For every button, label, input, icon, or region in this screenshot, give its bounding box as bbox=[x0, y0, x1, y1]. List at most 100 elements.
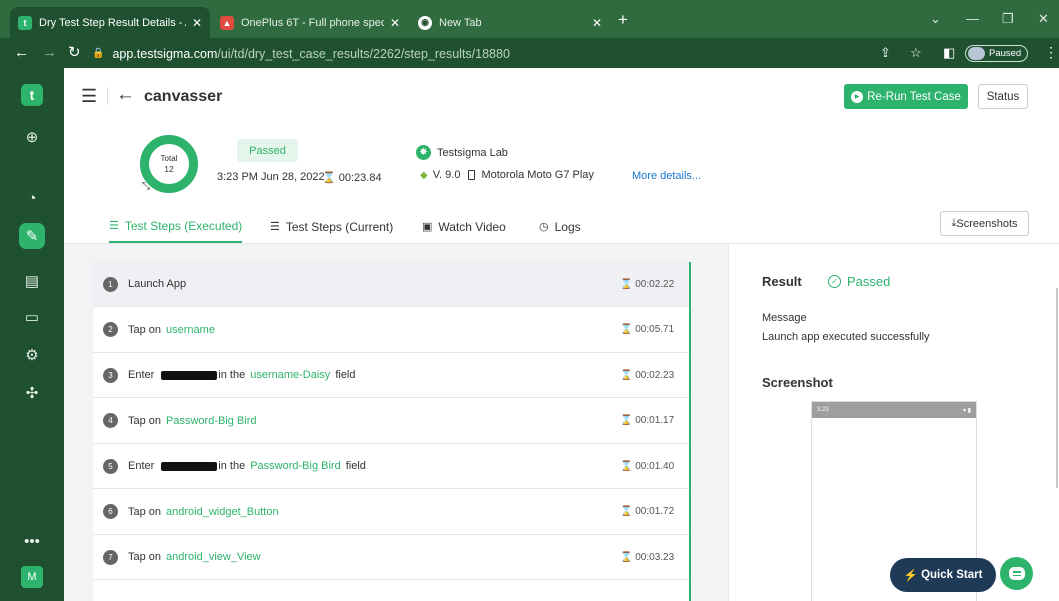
step-element-link[interactable]: android_widget_Button bbox=[166, 506, 279, 518]
step-time: 00:01.40 bbox=[635, 460, 675, 472]
step-row[interactable]: 4 Tap on Password-Big Bird ⌛ 00:01.17 bbox=[93, 399, 689, 444]
browser-tab-strip: t Dry Test Step Result Details - AI P ✕ … bbox=[0, 0, 1059, 38]
step-time: 00:02.22 bbox=[635, 278, 675, 290]
share-icon[interactable]: ⇪ bbox=[880, 45, 891, 61]
new-tab-button[interactable]: + bbox=[618, 11, 628, 28]
step-time: 00:03.23 bbox=[635, 551, 675, 563]
result-status: Passed bbox=[847, 274, 891, 289]
chat-button[interactable] bbox=[1000, 557, 1033, 590]
step-duration: ⌛ 00:05.71 bbox=[620, 324, 675, 335]
step-time: 00:05.71 bbox=[635, 324, 675, 335]
tab-watch-video[interactable]: ▣ Watch Video bbox=[422, 210, 506, 243]
step-action: Tap on bbox=[128, 414, 162, 427]
address-bar-row: ← → ↻ 🔒 app.testsigma.com/ui/td/dry_test… bbox=[0, 38, 1059, 68]
url-host: app.testsigma.com bbox=[112, 46, 218, 61]
tab-test-steps-executed[interactable]: ☰ Test Steps (Executed) bbox=[109, 210, 243, 243]
tab-test-steps-current[interactable]: ☰ Test Steps (Current) bbox=[270, 210, 393, 243]
side-panel-icon[interactable]: ◧ bbox=[943, 45, 955, 61]
tab-title: New Tab bbox=[439, 16, 482, 29]
settings-icon[interactable]: ⚙ bbox=[19, 342, 45, 368]
close-icon[interactable]: ✕ bbox=[192, 16, 202, 30]
back-arrow-icon[interactable]: ← bbox=[116, 84, 135, 106]
back-arrow-icon[interactable]: ← bbox=[14, 44, 29, 62]
monitor-icon[interactable]: ▭ bbox=[19, 304, 45, 330]
tab-title: Dry Test Step Result Details - AI P bbox=[39, 16, 186, 29]
close-icon[interactable]: ✕ bbox=[592, 16, 602, 30]
phone-status-bar: 3:23 ▾ ▮ bbox=[812, 402, 976, 418]
step-duration: ⌛ 00:02.22 bbox=[620, 278, 675, 290]
screenshot-label: Screenshot bbox=[762, 375, 833, 390]
scrollbar[interactable] bbox=[1056, 288, 1058, 488]
rerun-test-case-button[interactable]: ▶ Re-Run Test Case bbox=[844, 84, 968, 109]
url-field[interactable]: 🔒 app.testsigma.com/ui/td/dry_test_case_… bbox=[92, 43, 926, 64]
puzzle-icon[interactable]: ✣ bbox=[19, 380, 45, 406]
clock-icon: ◷ bbox=[539, 221, 549, 233]
step-row[interactable]: 5 Enter in the Password-Big Bird field ⌛ 00:0… bbox=[93, 444, 689, 489]
browser-tab-active[interactable]: t Dry Test Step Result Details - AI P ✕ bbox=[10, 7, 210, 38]
chevron-down-icon[interactable]: ⌄ bbox=[930, 11, 941, 27]
plus-circle-icon[interactable]: ⊕ bbox=[19, 124, 45, 150]
close-icon[interactable]: ✕ bbox=[390, 16, 400, 30]
status-badge: Passed bbox=[237, 139, 298, 162]
step-text: Tap on username bbox=[128, 324, 215, 336]
result-label: Result bbox=[762, 274, 802, 289]
duration-value: 00:23.84 bbox=[338, 172, 382, 184]
quick-start-button[interactable]: ⚡ Quick Start bbox=[890, 558, 996, 592]
expand-icon[interactable]: ⤡ bbox=[142, 181, 150, 192]
step-duration: ⌛ 00:01.40 bbox=[620, 460, 675, 472]
testsigma-logo[interactable]: t bbox=[21, 84, 43, 106]
step-duration: ⌛ 00:01.72 bbox=[620, 506, 675, 517]
quick-start-label: Quick Start bbox=[921, 569, 983, 581]
profile-status: Paused bbox=[989, 48, 1022, 59]
step-action: Tap on bbox=[128, 551, 162, 563]
url-path: /ui/td/dry_test_case_results/2262/step_r… bbox=[217, 46, 510, 61]
step-element-link[interactable]: android_view_View bbox=[166, 551, 261, 563]
result-tabs: ☰ Test Steps (Executed) ☰ Test Steps (Curr… bbox=[64, 210, 1059, 244]
edit-icon[interactable]: ✎ bbox=[19, 223, 45, 249]
reload-icon[interactable]: ↻ bbox=[68, 44, 81, 62]
step-row[interactable]: 1 Launch App ⌛ 00:02.22 bbox=[93, 262, 689, 307]
step-row[interactable]: 6 Tap on android_widget_Button ⌛ 00:01.72 bbox=[93, 490, 689, 535]
browser-menu-icon[interactable]: ⋮ bbox=[1044, 44, 1058, 61]
step-text: Tap on Password-Big Bird bbox=[128, 415, 257, 427]
status-button[interactable]: Status bbox=[978, 84, 1028, 109]
minimize-icon[interactable]: — bbox=[966, 11, 979, 26]
more-icon[interactable]: ••• bbox=[19, 528, 45, 554]
chrome-icon: ◉ bbox=[418, 15, 432, 30]
step-row[interactable]: 3 Enter in the username-Daisy field ⌛ 00:02.2… bbox=[93, 353, 689, 398]
step-suffix: field bbox=[335, 369, 356, 381]
tab-logs[interactable]: ◷ Logs bbox=[539, 210, 581, 243]
step-row[interactable]: 2 Tap on username ⌛ 00:05.71 bbox=[93, 308, 689, 353]
screenshots-button[interactable]: ⤓ Screenshots bbox=[940, 211, 1029, 236]
step-action: Tap on bbox=[128, 505, 162, 518]
restore-icon[interactable]: ❐ bbox=[1002, 11, 1014, 27]
redacted-value bbox=[161, 461, 218, 471]
tab-label: Test Steps (Executed) bbox=[124, 218, 243, 233]
forward-arrow-icon[interactable]: → bbox=[42, 44, 57, 62]
window-close-icon[interactable]: ✕ bbox=[1038, 11, 1049, 27]
step-number: 7 bbox=[103, 549, 118, 565]
dashboard-icon[interactable]: ◔ bbox=[19, 185, 45, 211]
browser-tab[interactable]: ▲ OnePlus 6T - Full phone specifica ✕ bbox=[212, 7, 408, 38]
result-value: ✓ Passed bbox=[828, 274, 890, 289]
tab-label: Watch Video bbox=[438, 219, 506, 234]
browser-tab[interactable]: ◉ New Tab ✕ bbox=[410, 7, 610, 38]
step-element-link[interactable]: Password-Big Bird bbox=[250, 460, 340, 472]
step-time: 00:01.17 bbox=[635, 415, 675, 426]
run-date: 3:23 PM Jun 28, 2022 bbox=[217, 171, 325, 183]
oneplus-favicon-icon: ▲ bbox=[220, 15, 234, 30]
step-text: Tap on android_widget_Button bbox=[128, 506, 279, 518]
lock-icon: 🔒 bbox=[92, 48, 105, 59]
step-element-link[interactable]: Password-Big Bird bbox=[166, 415, 256, 427]
profile-button[interactable]: Paused bbox=[965, 45, 1029, 62]
step-element-link[interactable]: username-Daisy bbox=[250, 369, 330, 381]
step-element-link[interactable]: username bbox=[166, 324, 215, 336]
user-avatar[interactable]: M bbox=[21, 566, 43, 588]
more-details-link[interactable]: More details... bbox=[632, 170, 701, 182]
step-row[interactable]: 7 Tap on android_view_View ⌛ 00:03.23 bbox=[93, 535, 689, 580]
briefcase-icon[interactable]: ▤ bbox=[19, 268, 45, 294]
hourglass-icon: ⌛ bbox=[322, 172, 336, 184]
menu-icon[interactable]: ☰ bbox=[81, 86, 97, 107]
phone-icon bbox=[468, 170, 476, 180]
star-icon[interactable]: ☆ bbox=[910, 45, 922, 61]
